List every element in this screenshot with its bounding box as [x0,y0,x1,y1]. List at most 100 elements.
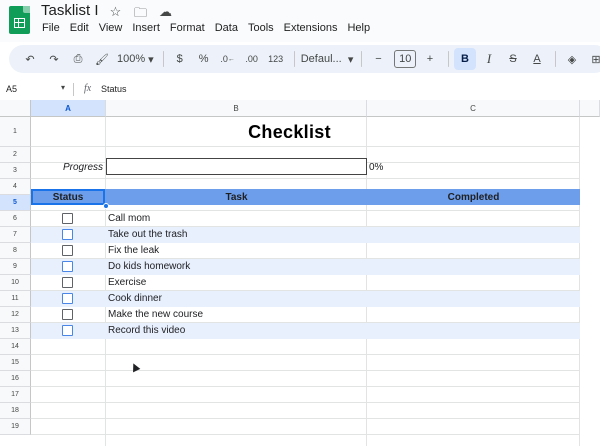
menu-extensions[interactable]: Extensions [284,22,338,34]
row-header-18[interactable]: 18 [0,403,31,419]
undo-icon[interactable]: ↶ [19,48,41,70]
row-header-3[interactable]: 3 [0,163,31,179]
toolbar-divider [448,51,449,67]
toolbar-divider [162,51,164,67]
formula-input[interactable]: Status [101,84,127,94]
paint-format-icon[interactable]: 🖌 [91,48,113,70]
task-cell[interactable]: Do kids homework [108,259,190,275]
redo-icon[interactable]: ↷ [43,48,65,70]
select-all-corner[interactable] [0,100,31,117]
column-header-d[interactable] [580,100,600,117]
status-checkbox[interactable] [62,277,73,288]
italic-button[interactable]: I [478,48,500,70]
increase-decimal-button[interactable]: .00 [241,48,263,70]
strikethrough-button[interactable]: S [502,48,524,70]
decrease-font-size-button[interactable]: − [367,48,389,70]
font-select[interactable]: Defaul... ▾ [300,48,355,70]
font-value: Defaul... [300,53,342,65]
print-icon[interactable]: ⎙ [67,48,89,70]
task-cell[interactable]: Make the new course [108,307,203,323]
task-cell[interactable]: Cook dinner [108,291,162,307]
row-header-16[interactable]: 16 [0,371,31,387]
sheet-title: Checklist [248,121,331,142]
menu-data[interactable]: Data [215,22,238,34]
row-header-9[interactable]: 9 [0,259,31,275]
more-formats-button[interactable]: 123 [265,48,287,70]
text-color-button[interactable]: A [526,48,548,70]
header-task-cell[interactable]: Task [106,189,367,205]
chevron-down-icon[interactable]: ▾ [61,83,65,92]
font-size-input[interactable]: 10 [394,50,416,68]
gridline [31,354,580,355]
column-header-b[interactable]: B [106,100,367,117]
header-completed-cell[interactable]: Completed [367,189,580,205]
gridline [31,370,580,371]
column-header-c[interactable]: C [367,100,580,117]
task-cell[interactable]: Take out the trash [108,227,188,243]
progress-bar [106,158,367,175]
borders-icon[interactable]: ⊞ [585,48,600,70]
fill-handle[interactable] [103,203,109,209]
increase-font-size-button[interactable]: + [419,48,441,70]
toolbar-divider [293,51,295,67]
task-cell[interactable]: Exercise [108,275,146,291]
toolbar-divider [361,51,363,67]
menu-view[interactable]: View [99,22,123,34]
gridline [31,434,580,435]
row-header-1[interactable]: 1 [0,117,31,147]
row-header-7[interactable]: 7 [0,227,31,243]
row-header-12[interactable]: 12 [0,307,31,323]
decrease-decimal-button[interactable]: .0 ← [217,48,239,70]
gridline [31,178,580,179]
document-title[interactable]: Tasklist I [41,2,99,19]
chevron-down-icon: ▾ [148,53,154,66]
formula-bar: A5 ▾ fx Status [0,80,600,99]
menu-format[interactable]: Format [170,22,205,34]
bold-button[interactable]: B [454,48,476,70]
formula-divider [73,83,74,96]
status-checkbox[interactable] [62,261,73,272]
row-header-4[interactable]: 4 [0,179,31,195]
row-header-14[interactable]: 14 [0,339,31,355]
title-bar: Tasklist I ☆ 🗀 ☁ File Edit View Insert F… [0,0,600,42]
zoom-select[interactable]: 100% ▾ [115,48,156,70]
status-checkbox[interactable] [62,213,73,224]
status-checkbox[interactable] [62,325,73,336]
sheets-logo-icon[interactable] [9,6,30,34]
task-cell[interactable]: Record this video [108,323,185,339]
status-checkbox[interactable] [62,309,73,320]
progress-percent: 0% [369,162,384,173]
fill-color-icon[interactable]: ◈ [561,48,583,70]
percent-format-button[interactable]: % [193,48,215,70]
name-box[interactable]: A5 [6,84,17,94]
gridline [31,418,580,419]
menu-help[interactable]: Help [347,22,370,34]
row-header-19[interactable]: 19 [0,419,31,435]
row-header-2[interactable]: 2 [0,147,31,163]
currency-format-button[interactable]: $ [169,48,191,70]
menu-insert[interactable]: Insert [132,22,160,34]
status-checkbox[interactable] [62,229,73,240]
row-header-11[interactable]: 11 [0,291,31,307]
header-status-cell[interactable]: Status [31,189,105,205]
row-header-15[interactable]: 15 [0,355,31,371]
menu-file[interactable]: File [42,22,60,34]
gridline [31,386,580,387]
fx-icon: fx [84,83,92,94]
status-checkbox[interactable] [62,245,73,256]
gridline [31,402,580,403]
task-cell[interactable]: Call mom [108,211,150,227]
column-header-a[interactable]: A [31,100,106,117]
row-header-5[interactable]: 5 [0,195,31,211]
row-header-8[interactable]: 8 [0,243,31,259]
row-header-10[interactable]: 10 [0,275,31,291]
row-header-17[interactable]: 17 [0,387,31,403]
toolbar: ↶ ↷ ⎙ 🖌 100% ▾ $ % .0 ← .00 123 Defaul...… [9,45,600,73]
row-header-13[interactable]: 13 [0,323,31,339]
menu-edit[interactable]: Edit [70,22,89,34]
status-checkbox[interactable] [62,293,73,304]
zoom-value: 100% [116,53,146,65]
task-cell[interactable]: Fix the leak [108,243,159,259]
row-header-6[interactable]: 6 [0,211,31,227]
menu-tools[interactable]: Tools [248,22,274,34]
